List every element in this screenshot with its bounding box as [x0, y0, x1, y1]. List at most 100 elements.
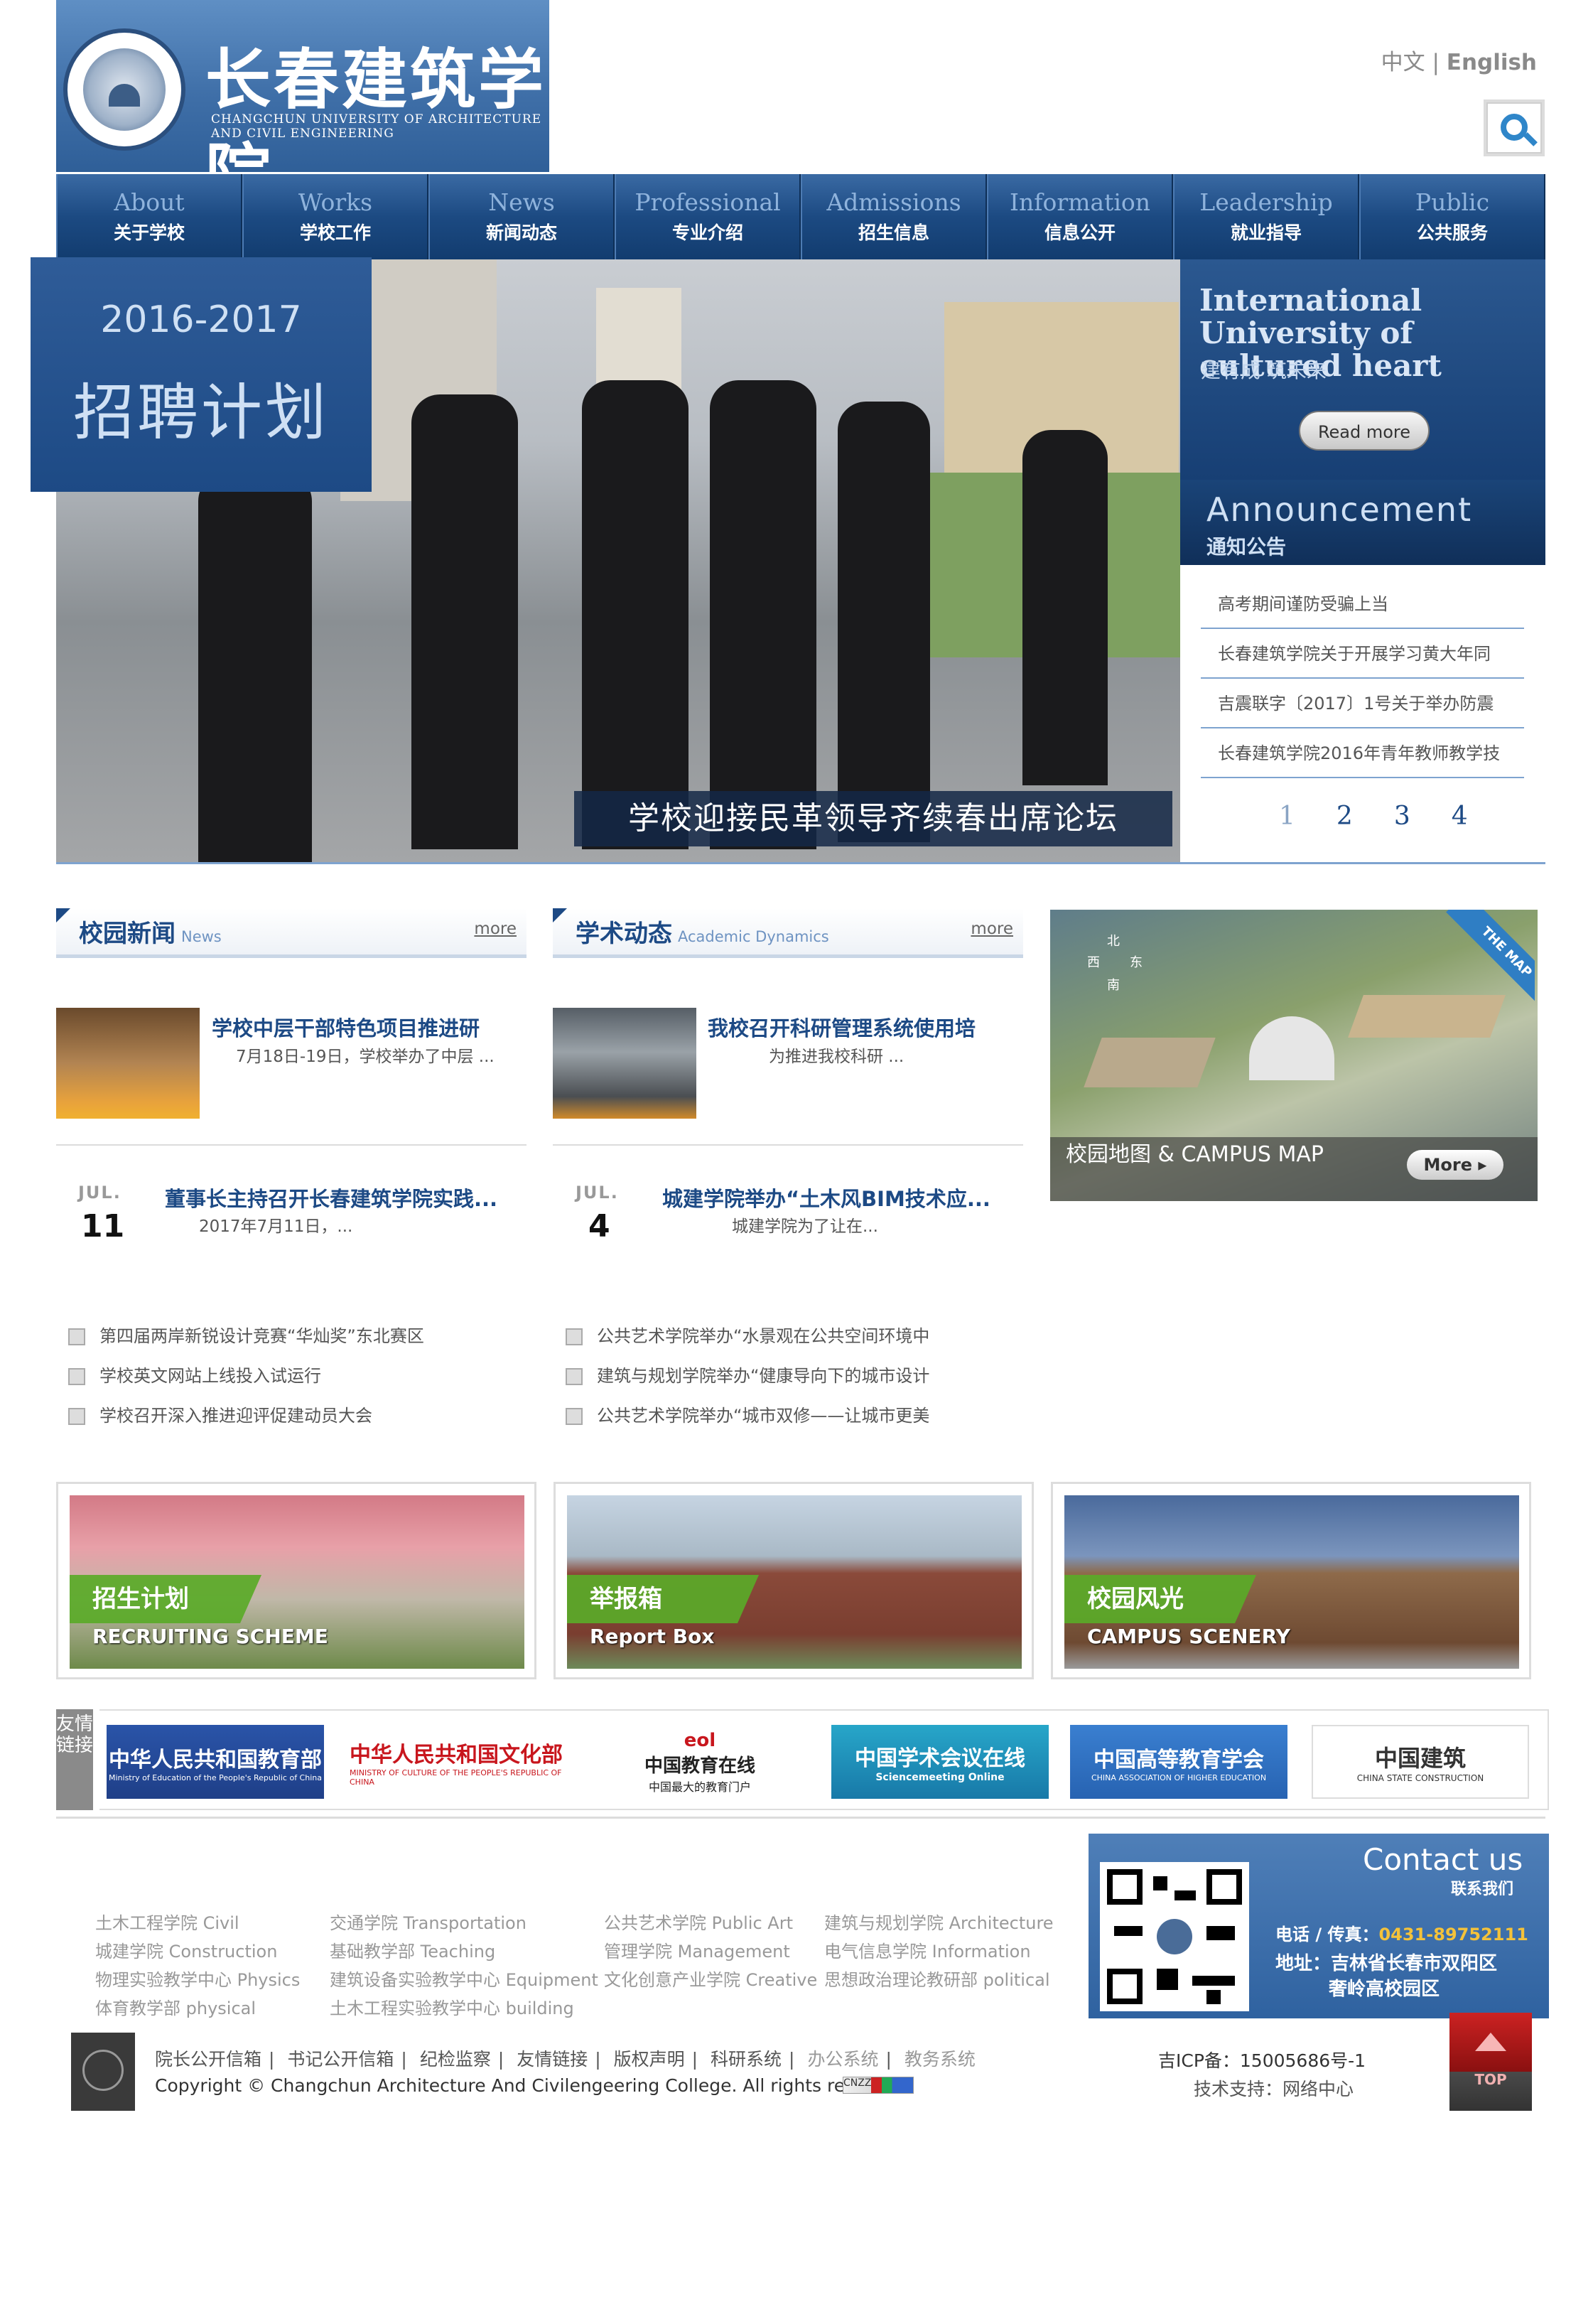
footer-link[interactable]: 科研系统 [711, 2049, 782, 2070]
nav-label-cn: 就业指导 [1230, 222, 1302, 243]
link-china-construction[interactable]: 中国建筑 CHINA STATE CONSTRUCTION [1312, 1725, 1529, 1799]
link-higher-education[interactable]: 中国高等教育学会 CHINA ASSOCIATION OF HIGHER EDU… [1070, 1725, 1287, 1799]
nav-label-en: Works [298, 188, 373, 216]
academic-more-link[interactable]: more [971, 920, 1013, 938]
dept-link[interactable]: 建筑设备实验教学中心 Equipment [330, 1966, 598, 1991]
dept-link[interactable]: 基础教学部 Teaching [330, 1937, 495, 1962]
date-day: 4 [588, 1208, 610, 1244]
list-item[interactable]: 第四届两岸新锐设计竞赛“华灿奖”东北赛区 [68, 1322, 424, 1347]
dept-link[interactable]: 电气信息学院 Information [824, 1937, 1031, 1962]
page-link[interactable]: 3 [1394, 802, 1410, 831]
cnzz-badge[interactable]: CNZZ [843, 2077, 914, 2094]
hero-caption[interactable]: 学校迎接民革领导齐续春出席论坛 [574, 791, 1172, 846]
nav-item-admissions[interactable]: Admissions 招生信息 [801, 174, 987, 259]
link-sciencemeeting[interactable]: 中国学术会议在线 Sciencemeeting Online [831, 1725, 1049, 1799]
campus-news-thumbnail[interactable] [56, 1008, 200, 1119]
promo-card-campus-scenery[interactable]: 校园风光 CAMPUS SCENERY [1051, 1482, 1531, 1679]
list-item[interactable]: 建筑与规划学院举办“健康导向下的城市设计 [566, 1362, 929, 1387]
academic-thumbnail[interactable] [553, 1008, 696, 1119]
dept-link[interactable]: 公共艺术学院 Public Art [604, 1909, 793, 1934]
page-link[interactable]: 2 [1336, 802, 1353, 831]
promo-tag: 校园风光 [1064, 1575, 1235, 1623]
campus-map-label: 校园地图 & CAMPUS MAP [1066, 1142, 1324, 1167]
dept-link[interactable]: 物理实验教学中心 Physics [95, 1966, 300, 1991]
icp-record[interactable]: 吉ICP备：15005686号-1 [1158, 2047, 1366, 2072]
compass-north: 北 [1107, 934, 1120, 949]
nav-item-leadership[interactable]: Leadership 就业指导 [1173, 174, 1359, 259]
announcement-item[interactable]: 长春建筑学院关于开展学习黄大年同 [1201, 629, 1524, 679]
promo-card-report-box[interactable]: 举报箱 Report Box [554, 1482, 1034, 1679]
campus-news-more-link[interactable]: more [474, 920, 517, 938]
date-month: JUL. [576, 1183, 619, 1203]
link-moe[interactable]: 中华人民共和国教育部 Ministry of Education of the … [107, 1725, 324, 1799]
dept-link[interactable]: 城建学院 Construction [95, 1937, 277, 1962]
footer-link[interactable]: 版权声明 [614, 2049, 685, 2070]
announcement-item[interactable]: 吉震联字〔2017〕1号关于举办防震 [1201, 679, 1524, 728]
link-eol[interactable]: eol 中国教育在线 中国最大的教育门户 [597, 1725, 803, 1799]
search-button[interactable] [1484, 99, 1545, 156]
dept-link[interactable]: 管理学院 Management [604, 1937, 790, 1962]
nav-item-works[interactable]: Works 学校工作 [242, 174, 428, 259]
dept-link[interactable]: 土木工程学院 Civil [95, 1909, 239, 1934]
dept-link[interactable]: 土木工程实验教学中心 building [330, 1994, 574, 2019]
back-to-top-button[interactable]: TOP [1449, 2013, 1532, 2111]
eol-logo-icon: eol [684, 1729, 716, 1751]
nav-item-news[interactable]: News 新闻动态 [428, 174, 615, 259]
compass-south: 南 [1107, 978, 1120, 993]
academic-dated-title[interactable]: 城建学院举办“土木风BIM技术应... [662, 1183, 990, 1212]
dept-link[interactable]: 体育教学部 physical [95, 1994, 256, 2019]
recruit-year: 2016-2017 [100, 298, 302, 341]
academic-featured-title[interactable]: 我校召开科研管理系统使用培 [708, 1012, 976, 1042]
link-culture-ministry[interactable]: 中华人民共和国文化部 MINISTRY OF CULTURE OF THE PE… [350, 1725, 563, 1799]
nav-item-information[interactable]: Information 信息公开 [987, 174, 1173, 259]
hero-person [582, 380, 688, 849]
footer-link[interactable]: 纪检监察 [420, 2049, 491, 2070]
intl-subtitle: 建有成 筑未来 [1201, 359, 1327, 382]
announcement-pager: 1 2 3 4 [1279, 802, 1468, 831]
read-more-button[interactable]: Read more [1299, 411, 1430, 451]
lang-en-link[interactable]: English [1447, 50, 1537, 75]
dept-link[interactable]: 交通学院 Transportation [330, 1909, 526, 1934]
nav-item-public[interactable]: Public 公共服务 [1359, 174, 1545, 259]
nav-label-cn: 专业介绍 [671, 222, 743, 243]
announcement-list: 高考期间谨防受骗上当 长春建筑学院关于开展学习黄大年同 吉震联字〔2017〕1号… [1201, 579, 1524, 778]
nav-label-en: Admissions [826, 188, 961, 216]
link-sciencemeeting-title: 中国学术会议在线 [855, 1746, 1025, 1771]
contact-address-line1: 地址：吉林省长春市双阳区 [1275, 1953, 1498, 1974]
footer-link[interactable]: 教务系统 [904, 2049, 976, 2070]
announcement-item[interactable]: 长春建筑学院2016年青年教师教学技 [1201, 728, 1524, 778]
list-item-text: 公共艺术学院举办“水景观在公共空间环境中 [597, 1326, 930, 1346]
campus-news-dated-summary: 2017年7月11日，... [199, 1217, 353, 1236]
school-logo-banner[interactable]: 长春建筑学院 CHANGCHUN UNIVERSITY OF ARCHITECT… [56, 0, 549, 213]
list-item[interactable]: 公共艺术学院举办“城市双修——让城市更美 [566, 1402, 929, 1426]
dept-link[interactable]: 文化创意产业学院 Creative [604, 1966, 817, 1991]
divider [553, 1144, 1023, 1146]
school-seal-icon [63, 28, 185, 151]
page-link[interactable]: 4 [1452, 802, 1468, 831]
list-item[interactable]: 学校召开深入推进迎评促建动员大会 [68, 1402, 372, 1426]
nav-item-about[interactable]: About 关于学校 [56, 174, 242, 259]
page-link[interactable]: 1 [1279, 802, 1295, 831]
promo-tag-arrow [1235, 1575, 1256, 1623]
nav-item-professional[interactable]: Professional 专业介绍 [615, 174, 801, 259]
contact-title-cn: 联系我们 [1451, 1881, 1514, 1898]
footer-link[interactable]: 友情链接 [517, 2049, 588, 2070]
nav-label-en: About [114, 188, 185, 216]
list-item[interactable]: 公共艺术学院举办“水景观在公共空间环境中 [566, 1322, 929, 1347]
dept-link[interactable]: 建筑与规划学院 Architecture [824, 1909, 1054, 1934]
promo-card-recruiting[interactable]: 招生计划 RECRUITING SCHEME [56, 1482, 536, 1679]
footer-link[interactable]: 院长公开信箱 [155, 2049, 261, 2070]
lang-cn-link[interactable]: 中文 [1381, 50, 1425, 75]
academic-title: 学术动态 Academic Dynamics [576, 920, 829, 948]
link-culture-subtitle: MINISTRY OF CULTURE OF THE PEOPLE'S REPU… [350, 1768, 562, 1787]
list-item[interactable]: 学校英文网站上线投入试运行 [68, 1362, 321, 1387]
campus-news-dated-title[interactable]: 董事长主持召开长春建筑学院实践... [165, 1183, 497, 1212]
announcement-item[interactable]: 高考期间谨防受骗上当 [1201, 579, 1524, 629]
footer-link[interactable]: 书记公开信箱 [287, 2049, 394, 2070]
nav-label-en: Leadership [1199, 188, 1333, 216]
dept-link[interactable]: 思想政治理论教研部 political [824, 1966, 1050, 1991]
campus-map-more-button[interactable]: More ▸ [1407, 1150, 1503, 1180]
footer-link[interactable]: 办公系统 [807, 2049, 878, 2070]
campus-news-featured-title[interactable]: 学校中层干部特色项目推进研 [212, 1012, 480, 1042]
bullet-icon [566, 1408, 583, 1425]
